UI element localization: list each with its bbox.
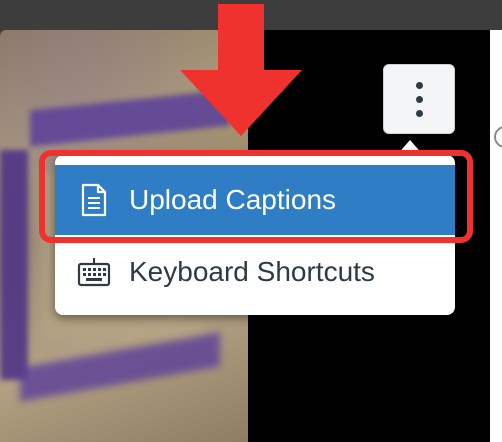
down-arrow-icon	[180, 4, 302, 136]
more-vertical-icon	[415, 95, 423, 103]
highlight-box	[39, 150, 473, 243]
more-options-button[interactable]	[383, 64, 455, 134]
thumbnail-shape	[20, 332, 220, 402]
menu-item-keyboard-shortcuts[interactable]: Keyboard Shortcuts	[55, 237, 455, 307]
thumbnail-shape	[0, 150, 28, 380]
more-vertical-icon	[415, 109, 423, 117]
side-panel-edge	[490, 30, 502, 442]
more-vertical-icon	[415, 81, 423, 89]
keyboard-icon	[77, 252, 111, 292]
menu-item-label: Keyboard Shortcuts	[129, 256, 375, 287]
screenshot-stage: Upload Captions Keyboard Shortcuts	[0, 0, 502, 442]
